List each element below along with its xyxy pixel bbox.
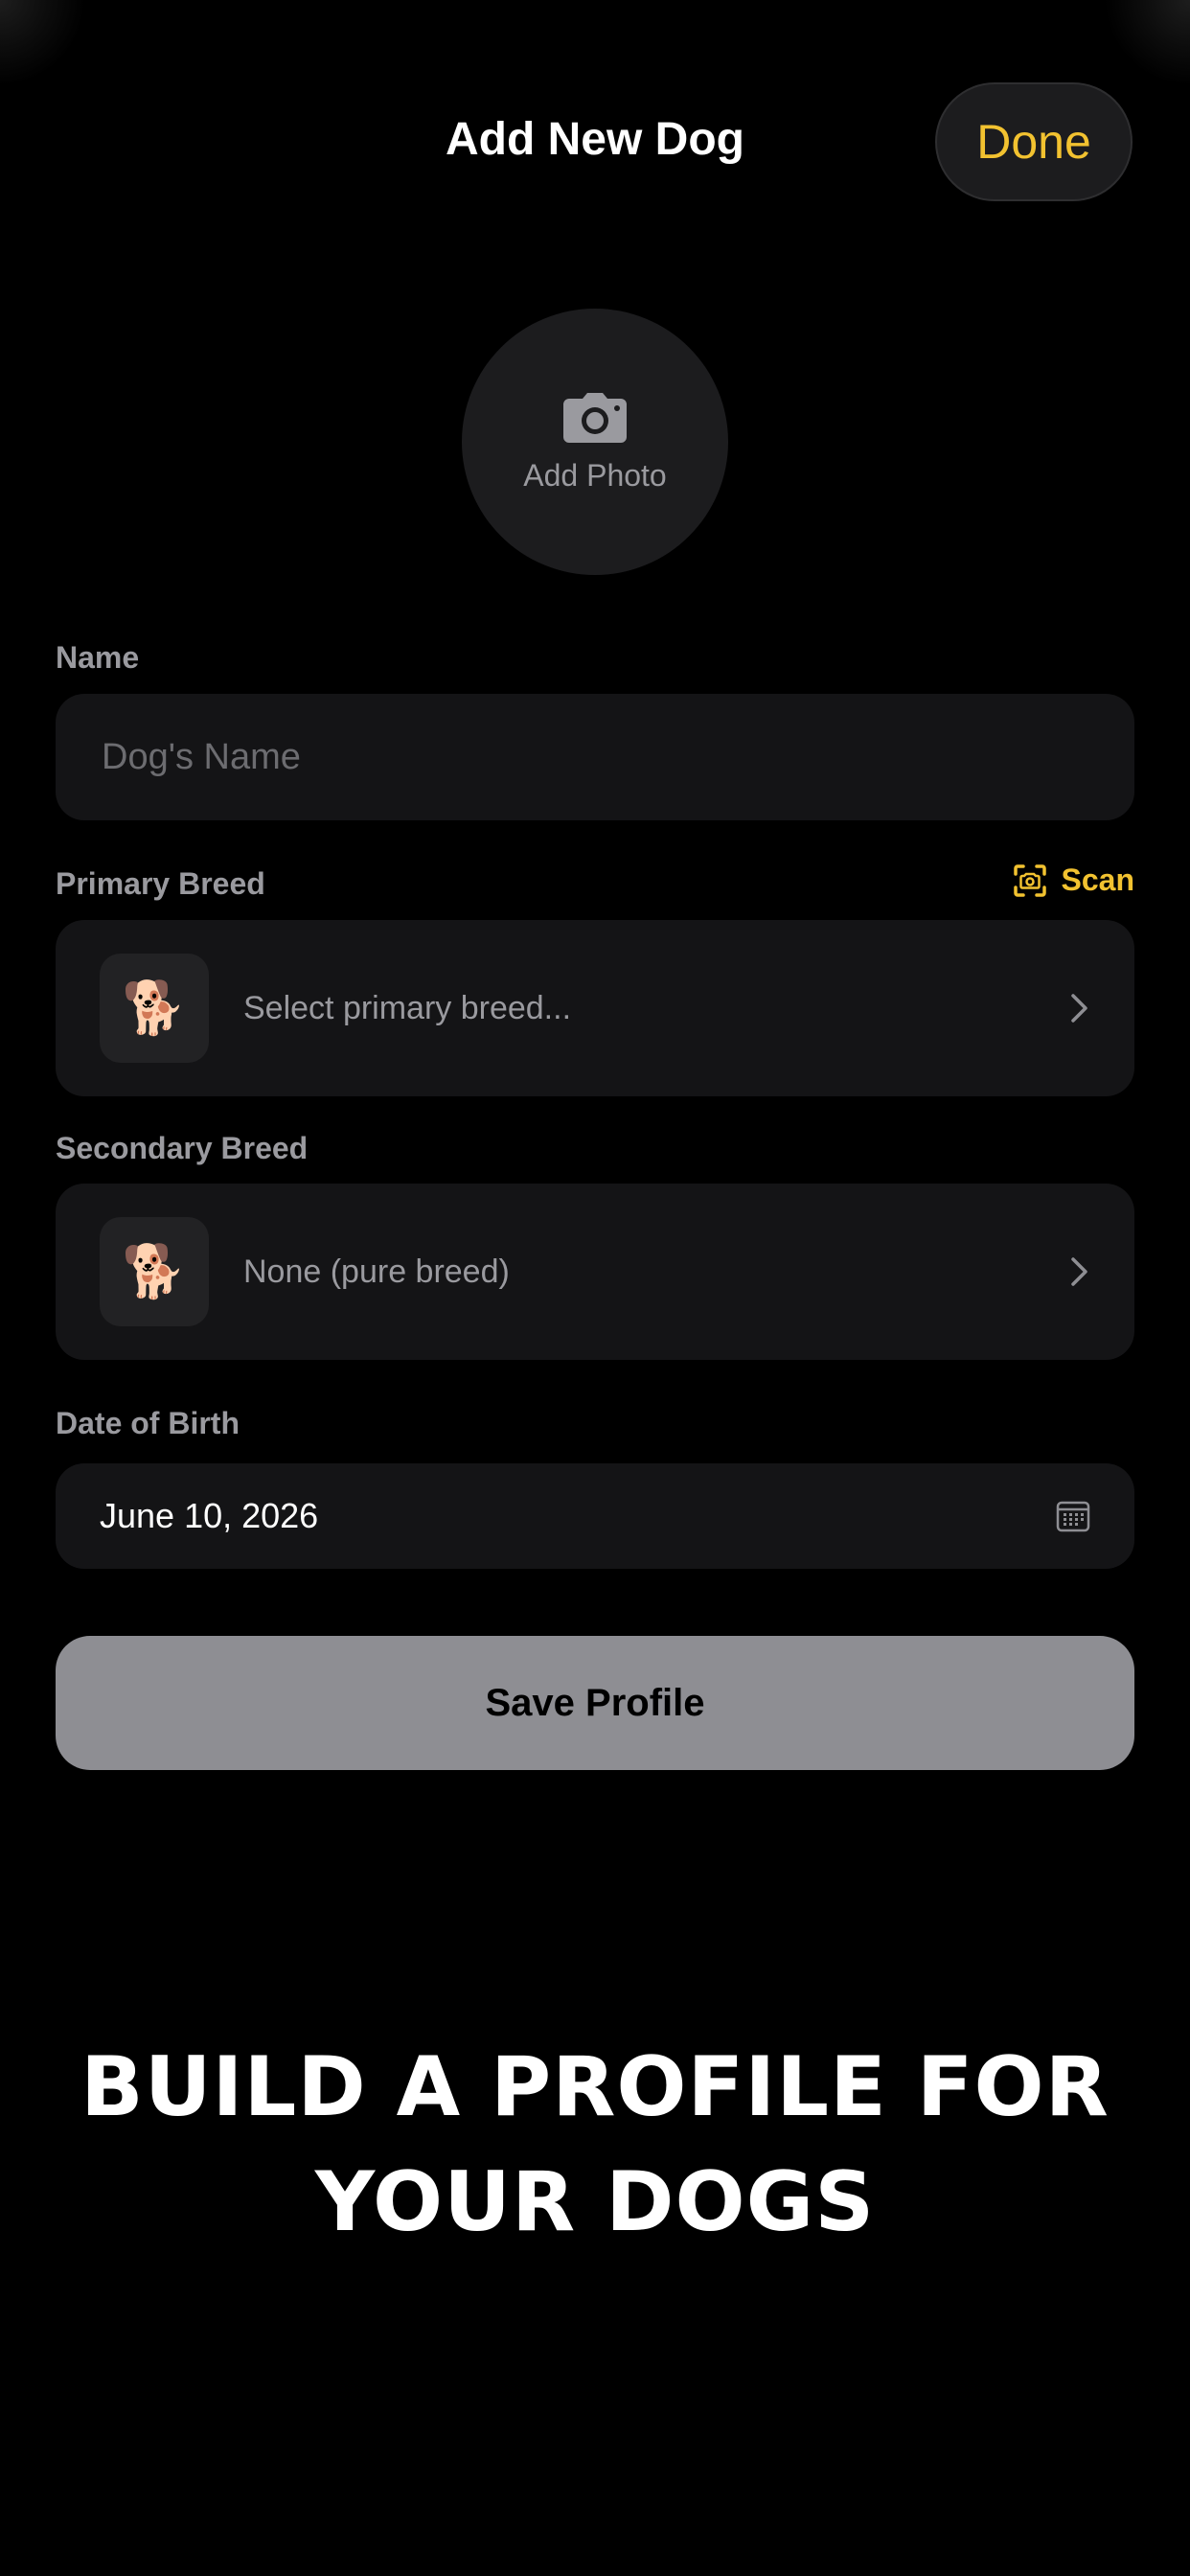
dog-icon: 🐕 bbox=[100, 954, 209, 1063]
add-photo-label: Add Photo bbox=[523, 457, 667, 493]
scan-button[interactable]: Scan bbox=[1013, 862, 1134, 898]
scan-camera-icon bbox=[1013, 863, 1046, 897]
corner-texture bbox=[1104, 0, 1190, 86]
primary-breed-label: Primary Breed bbox=[56, 866, 265, 901]
chevron-right-icon bbox=[1071, 994, 1087, 1023]
dog-glyph: 🐕 bbox=[122, 1241, 187, 1301]
chevron-right-icon bbox=[1071, 1257, 1087, 1286]
promo-headline: BUILD A PROFILE FOR YOUR DOGS bbox=[0, 2030, 1190, 2260]
promo-line: YOUR DOGS bbox=[314, 2154, 876, 2250]
promo-line: BUILD A PROFILE FOR bbox=[80, 2039, 1110, 2135]
done-button[interactable]: Done bbox=[935, 82, 1133, 201]
calendar-icon bbox=[1056, 1501, 1090, 1532]
save-profile-button[interactable]: Save Profile bbox=[56, 1636, 1134, 1770]
name-label: Name bbox=[56, 640, 140, 675]
camera-icon bbox=[563, 392, 627, 443]
secondary-breed-label: Secondary Breed bbox=[56, 1131, 309, 1165]
sheet: Add New Dog Done Add Photo Name Primary … bbox=[0, 0, 1190, 2576]
corner-texture bbox=[0, 0, 86, 86]
primary-breed-select[interactable]: 🐕 Select primary breed... bbox=[56, 920, 1134, 1096]
date-of-birth-field[interactable]: June 10, 2026 bbox=[56, 1463, 1134, 1569]
add-photo-button[interactable]: Add Photo bbox=[462, 309, 728, 575]
secondary-breed-select[interactable]: 🐕 None (pure breed) bbox=[56, 1184, 1134, 1360]
name-field-container bbox=[56, 694, 1134, 820]
primary-breed-value: Select primary breed... bbox=[243, 989, 572, 1026]
dog-icon: 🐕 bbox=[100, 1217, 209, 1326]
date-of-birth-label: Date of Birth bbox=[56, 1406, 240, 1440]
scan-label: Scan bbox=[1061, 862, 1134, 897]
secondary-breed-value: None (pure breed) bbox=[243, 1253, 510, 1290]
date-of-birth-value: June 10, 2026 bbox=[100, 1496, 319, 1535]
name-input[interactable] bbox=[100, 735, 1134, 779]
dog-glyph: 🐕 bbox=[122, 978, 187, 1038]
